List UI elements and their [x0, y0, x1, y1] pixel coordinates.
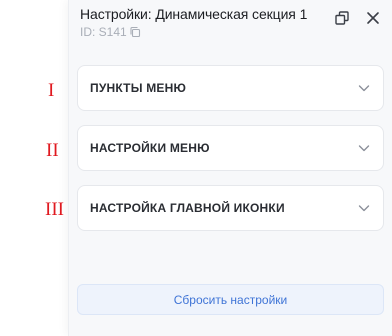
panel-id-label: ID: S141 [80, 25, 127, 39]
panel-header: Настройки: Динамическая секция 1 ID: S14… [80, 6, 392, 42]
section-label: НАСТРОЙКИ МЕНЮ [90, 141, 210, 155]
section-menu-settings[interactable]: НАСТРОЙКИ МЕНЮ [77, 125, 384, 171]
chevron-down-icon [357, 81, 371, 95]
close-button[interactable] [363, 10, 383, 30]
chevron-down-icon [357, 201, 371, 215]
copy-icon[interactable] [129, 26, 141, 38]
chevron-down-icon [357, 141, 371, 155]
section-main-icon-settings[interactable]: НАСТРОЙКА ГЛАВНОЙ ИКОНКИ [77, 185, 384, 231]
popout-button[interactable] [332, 10, 352, 30]
reset-settings-button[interactable]: Сбросить настройки [77, 284, 384, 315]
annotation-marker-2: II [46, 140, 59, 161]
canvas-left-area: I II III [0, 0, 68, 336]
section-label: ПУНКТЫ МЕНЮ [90, 81, 187, 95]
popout-icon [334, 10, 350, 31]
settings-panel: Настройки: Динамическая секция 1 ID: S14… [68, 0, 392, 336]
section-label: НАСТРОЙКА ГЛАВНОЙ ИКОНКИ [90, 201, 285, 215]
section-menu-items[interactable]: ПУНКТЫ МЕНЮ [77, 65, 384, 111]
annotation-marker-1: I [48, 80, 55, 101]
close-icon [366, 11, 380, 30]
annotation-marker-3: III [45, 199, 64, 220]
